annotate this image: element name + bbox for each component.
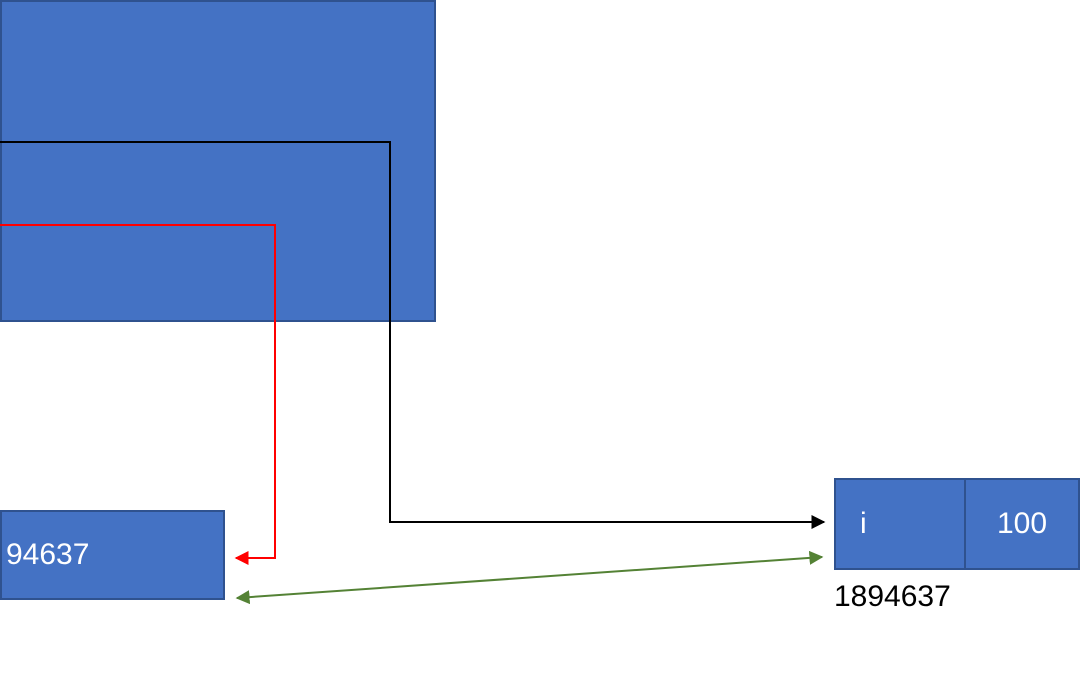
variable-value: 100 bbox=[997, 507, 1047, 541]
variable-box: i 100 bbox=[834, 478, 1080, 570]
variable-value-cell: 100 bbox=[966, 480, 1078, 568]
variable-name-cell: i bbox=[836, 480, 966, 568]
variable-name: i bbox=[860, 507, 867, 541]
source-block bbox=[0, 0, 436, 322]
diagram-canvas: 94637 i 100 1894637 bbox=[0, 0, 1080, 675]
pointer-value: 94637 bbox=[6, 538, 89, 572]
pointer-box: 94637 bbox=[0, 510, 225, 600]
variable-address-label: 1894637 bbox=[834, 580, 951, 614]
green-arrow bbox=[237, 557, 822, 598]
